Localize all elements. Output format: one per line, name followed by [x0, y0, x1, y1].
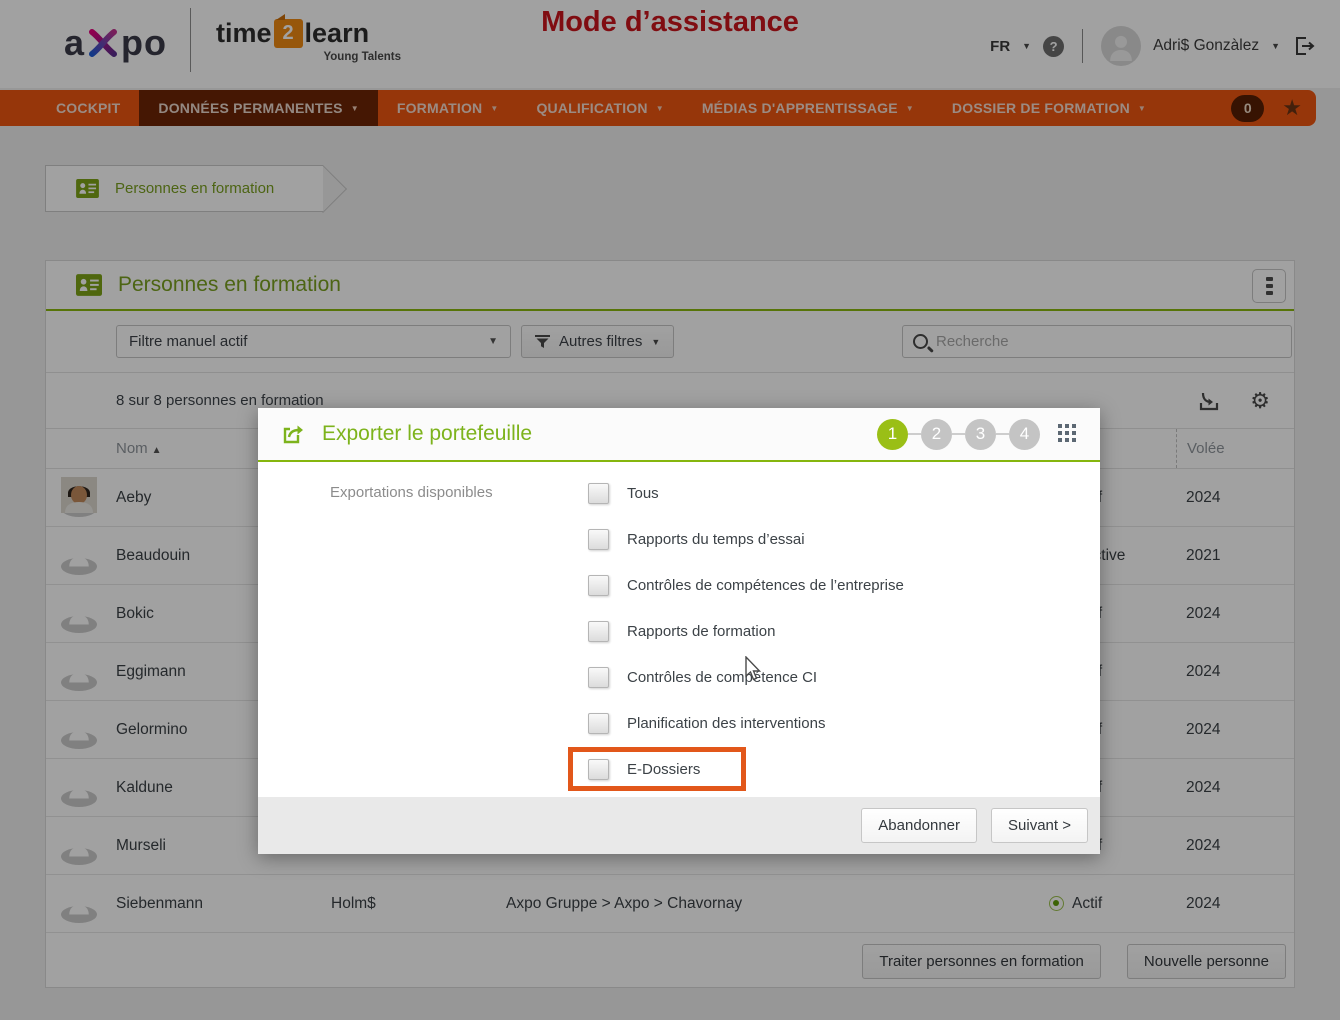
export-option-row: Tous [258, 470, 1100, 516]
cancel-button[interactable]: Abandonner [861, 808, 977, 843]
option-checkbox-rapports-temps-essai[interactable] [588, 529, 609, 550]
option-checkbox-tous[interactable] [588, 483, 609, 504]
option-label: Rapports de formation [627, 623, 775, 640]
option-checkbox-controles-entreprise[interactable] [588, 575, 609, 596]
step-3[interactable]: 3 [965, 419, 996, 450]
option-checkbox-e-dossiers[interactable] [588, 759, 609, 780]
export-option-row: Planification des interventions [258, 700, 1100, 746]
option-label: Tous [627, 485, 659, 502]
export-share-icon [280, 422, 306, 446]
export-option-row: Rapports du temps d’essai [258, 516, 1100, 562]
export-option-row-highlighted: E-Dossiers [258, 746, 1100, 792]
modal-title: Exporter le portefeuille [322, 422, 877, 446]
app-screen: a po time 2 learn [0, 0, 1340, 1020]
option-label: Contrôles de compétence CI [627, 669, 817, 686]
export-option-row: Contrôles de compétences de l’entreprise [258, 562, 1100, 608]
option-checkbox-controles-ci[interactable] [588, 667, 609, 688]
option-checkbox-rapports-formation[interactable] [588, 621, 609, 642]
option-label: Contrôles de compétences de l’entreprise [627, 577, 904, 594]
export-option-row: Contrôles de compétence CI [258, 654, 1100, 700]
option-label: E-Dossiers [627, 761, 700, 778]
export-option-row: Rapports de formation [258, 608, 1100, 654]
wizard-steps: 1 2 3 4 [877, 419, 1040, 450]
mouse-cursor [744, 656, 764, 684]
step-2[interactable]: 2 [921, 419, 952, 450]
option-label: Planification des interventions [627, 715, 825, 732]
option-checkbox-planification[interactable] [588, 713, 609, 734]
option-label: Rapports du temps d’essai [627, 531, 805, 548]
next-button[interactable]: Suivant > [991, 808, 1088, 843]
step-1[interactable]: 1 [877, 419, 908, 450]
grid-menu-icon[interactable] [1058, 424, 1078, 444]
modal-body: Exportations disponibles Tous Rapports d… [258, 462, 1100, 797]
modal-footer: Abandonner Suivant > [258, 797, 1100, 854]
modal-header: Exporter le portefeuille 1 2 3 4 [258, 408, 1100, 462]
step-4[interactable]: 4 [1009, 419, 1040, 450]
export-portfolio-modal: Exporter le portefeuille 1 2 3 4 Exporta… [258, 408, 1100, 854]
